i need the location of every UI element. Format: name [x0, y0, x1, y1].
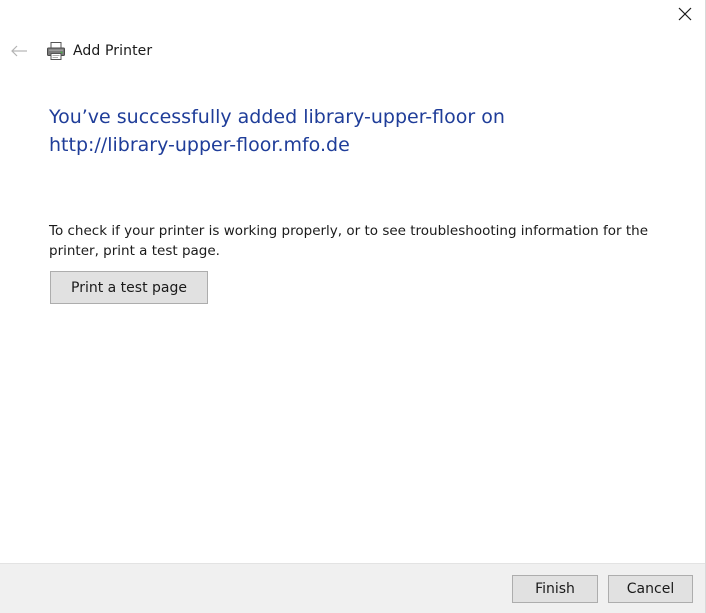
back-button[interactable] [8, 40, 30, 62]
window-title: Add Printer [73, 43, 153, 59]
finish-button[interactable]: Finish [512, 575, 598, 603]
test-page-description: To check if your printer is working prop… [49, 223, 649, 259]
back-arrow-icon [11, 45, 27, 57]
print-test-page-button[interactable]: Print a test page [50, 271, 208, 304]
printer-icon [46, 41, 66, 61]
dialog-footer: Finish Cancel [0, 563, 705, 613]
add-printer-dialog: Add Printer You’ve successfully added li… [0, 0, 706, 613]
title-bar: Add Printer [46, 40, 152, 62]
close-button[interactable] [665, 0, 705, 28]
cancel-button[interactable]: Cancel [608, 575, 693, 603]
success-headline: You’ve successfully added library-upper-… [49, 106, 505, 156]
close-icon [678, 7, 692, 21]
